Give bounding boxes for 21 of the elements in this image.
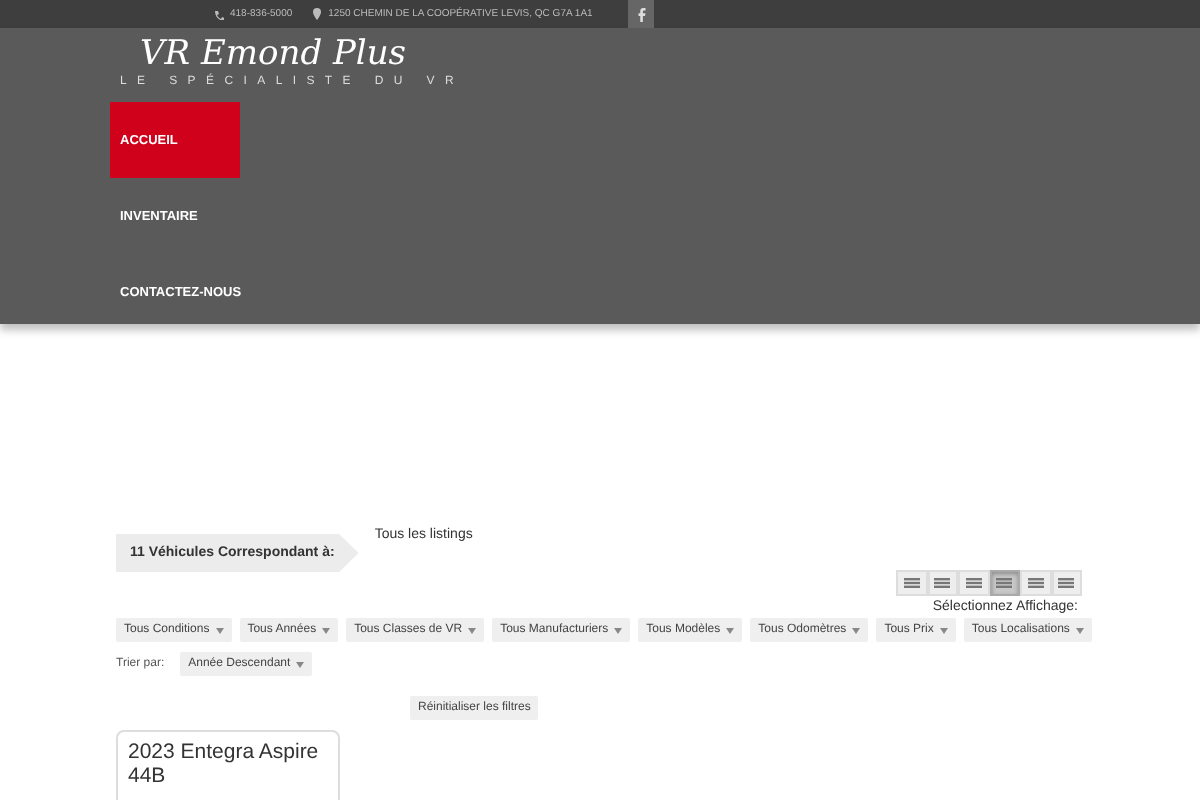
facebook-icon[interactable] xyxy=(628,0,655,28)
caret-icon xyxy=(215,627,224,633)
listing-card[interactable]: 2023 Entegra Aspire 44B xyxy=(116,730,340,800)
list-icon xyxy=(1027,578,1044,588)
caret-icon xyxy=(852,627,861,633)
location-pin-icon xyxy=(312,8,323,20)
caret-icon xyxy=(296,661,305,667)
phone-icon xyxy=(214,9,224,19)
caret-icon xyxy=(468,627,477,633)
caret-icon xyxy=(726,627,735,633)
list-icon xyxy=(934,578,951,588)
caret-icon xyxy=(322,627,331,633)
caret-icon xyxy=(614,627,623,633)
caret-icon xyxy=(939,627,948,633)
list-icon xyxy=(996,578,1013,588)
list-icon xyxy=(1058,578,1075,588)
caret-icon xyxy=(1075,627,1084,633)
list-icon xyxy=(903,578,920,588)
list-icon xyxy=(965,578,982,588)
logo-text[interactable]: VR Emond Plus xyxy=(140,34,407,74)
view-button[interactable] xyxy=(989,570,1020,596)
